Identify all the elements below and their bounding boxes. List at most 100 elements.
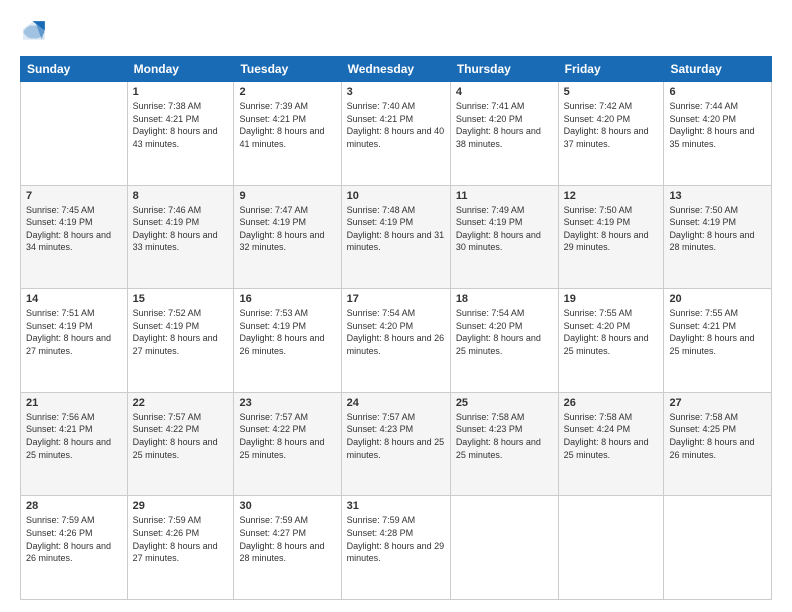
weekday-header-saturday: Saturday bbox=[664, 57, 772, 82]
day-cell: 2Sunrise: 7:39 AMSunset: 4:21 PMDaylight… bbox=[234, 82, 341, 186]
day-cell: 1Sunrise: 7:38 AMSunset: 4:21 PMDaylight… bbox=[127, 82, 234, 186]
day-cell: 8 Sunrise: 7:46 AMSunset: 4:19 PMDaylight… bbox=[127, 185, 234, 289]
week-row-3: 14 Sunrise: 7:51 AMSunset: 4:19 PMDayligh… bbox=[21, 289, 772, 393]
day-info: Sunrise: 7:59 AMSunset: 4:28 PMDaylight:… bbox=[347, 514, 445, 564]
weekday-header-thursday: Thursday bbox=[450, 57, 558, 82]
day-number: 3 bbox=[347, 86, 445, 98]
day-cell: 5Sunrise: 7:42 AMSunset: 4:20 PMDaylight… bbox=[558, 82, 664, 186]
day-cell: 21 Sunrise: 7:56 AMSunset: 4:21 PMDayligh… bbox=[21, 392, 128, 496]
day-number: 2 bbox=[239, 86, 335, 98]
day-number: 30 bbox=[239, 500, 335, 512]
day-number: 18 bbox=[456, 293, 553, 305]
day-info: Sunrise: 7:54 AMSunset: 4:20 PMDaylight:… bbox=[456, 307, 553, 357]
day-number: 5 bbox=[564, 86, 659, 98]
day-info: Sunrise: 7:58 AMSunset: 4:24 PMDaylight:… bbox=[564, 411, 659, 461]
day-cell: 14 Sunrise: 7:51 AMSunset: 4:19 PMDayligh… bbox=[21, 289, 128, 393]
day-cell bbox=[450, 496, 558, 600]
day-number: 26 bbox=[564, 397, 659, 409]
day-cell: 18 Sunrise: 7:54 AMSunset: 4:20 PMDayligh… bbox=[450, 289, 558, 393]
day-number: 1 bbox=[133, 86, 229, 98]
day-info: Sunrise: 7:57 AMSunset: 4:22 PMDaylight:… bbox=[239, 411, 335, 461]
day-info: Sunrise: 7:49 AMSunset: 4:19 PMDaylight:… bbox=[456, 204, 553, 254]
weekday-header-wednesday: Wednesday bbox=[341, 57, 450, 82]
day-cell: 22 Sunrise: 7:57 AMSunset: 4:22 PMDayligh… bbox=[127, 392, 234, 496]
day-cell: 9 Sunrise: 7:47 AMSunset: 4:19 PMDaylight… bbox=[234, 185, 341, 289]
day-cell: 4 Sunrise: 7:41 AMSunset: 4:20 PMDaylight… bbox=[450, 82, 558, 186]
day-cell: 31 Sunrise: 7:59 AMSunset: 4:28 PMDayligh… bbox=[341, 496, 450, 600]
day-number: 29 bbox=[133, 500, 229, 512]
week-row-2: 7Sunrise: 7:45 AMSunset: 4:19 PMDaylight… bbox=[21, 185, 772, 289]
day-number: 7 bbox=[26, 190, 122, 202]
day-number: 16 bbox=[239, 293, 335, 305]
day-cell bbox=[558, 496, 664, 600]
day-info: Sunrise: 7:44 AMSunset: 4:20 PMDaylight:… bbox=[669, 100, 766, 150]
week-row-5: 28 Sunrise: 7:59 AMSunset: 4:26 PMDayligh… bbox=[21, 496, 772, 600]
day-info: Sunrise: 7:53 AMSunset: 4:19 PMDaylight:… bbox=[239, 307, 335, 357]
calendar-table: SundayMondayTuesdayWednesdayThursdayFrid… bbox=[20, 56, 772, 600]
day-cell: 25Sunrise: 7:58 AMSunset: 4:23 PMDayligh… bbox=[450, 392, 558, 496]
day-number: 20 bbox=[669, 293, 766, 305]
day-number: 19 bbox=[564, 293, 659, 305]
day-cell: 7Sunrise: 7:45 AMSunset: 4:19 PMDaylight… bbox=[21, 185, 128, 289]
day-cell: 16 Sunrise: 7:53 AMSunset: 4:19 PMDayligh… bbox=[234, 289, 341, 393]
day-number: 11 bbox=[456, 190, 553, 202]
day-info: Sunrise: 7:59 AMSunset: 4:26 PMDaylight:… bbox=[26, 514, 122, 564]
day-cell: 26 Sunrise: 7:58 AMSunset: 4:24 PMDayligh… bbox=[558, 392, 664, 496]
day-number: 23 bbox=[239, 397, 335, 409]
day-info: Sunrise: 7:59 AMSunset: 4:27 PMDaylight:… bbox=[239, 514, 335, 564]
weekday-header-friday: Friday bbox=[558, 57, 664, 82]
day-cell: 17Sunrise: 7:54 AMSunset: 4:20 PMDayligh… bbox=[341, 289, 450, 393]
day-info: Sunrise: 7:57 AMSunset: 4:22 PMDaylight:… bbox=[133, 411, 229, 461]
day-number: 24 bbox=[347, 397, 445, 409]
day-info: Sunrise: 7:55 AMSunset: 4:21 PMDaylight:… bbox=[669, 307, 766, 357]
logo bbox=[20, 18, 50, 46]
day-info: Sunrise: 7:47 AMSunset: 4:19 PMDaylight:… bbox=[239, 204, 335, 254]
day-number: 31 bbox=[347, 500, 445, 512]
day-number: 9 bbox=[239, 190, 335, 202]
day-cell bbox=[21, 82, 128, 186]
day-cell: 27 Sunrise: 7:58 AMSunset: 4:25 PMDayligh… bbox=[664, 392, 772, 496]
header bbox=[20, 18, 772, 46]
day-info: Sunrise: 7:55 AMSunset: 4:20 PMDaylight:… bbox=[564, 307, 659, 357]
day-info: Sunrise: 7:58 AMSunset: 4:25 PMDaylight:… bbox=[669, 411, 766, 461]
day-cell: 15 Sunrise: 7:52 AMSunset: 4:19 PMDayligh… bbox=[127, 289, 234, 393]
day-info: Sunrise: 7:57 AMSunset: 4:23 PMDaylight:… bbox=[347, 411, 445, 461]
day-cell: 3Sunrise: 7:40 AMSunset: 4:21 PMDaylight… bbox=[341, 82, 450, 186]
day-number: 4 bbox=[456, 86, 553, 98]
day-cell: 23 Sunrise: 7:57 AMSunset: 4:22 PMDayligh… bbox=[234, 392, 341, 496]
day-number: 14 bbox=[26, 293, 122, 305]
day-cell: 20 Sunrise: 7:55 AMSunset: 4:21 PMDayligh… bbox=[664, 289, 772, 393]
logo-icon bbox=[20, 18, 48, 46]
week-row-1: 1Sunrise: 7:38 AMSunset: 4:21 PMDaylight… bbox=[21, 82, 772, 186]
day-number: 25 bbox=[456, 397, 553, 409]
day-cell: 28 Sunrise: 7:59 AMSunset: 4:26 PMDayligh… bbox=[21, 496, 128, 600]
day-cell: 24 Sunrise: 7:57 AMSunset: 4:23 PMDayligh… bbox=[341, 392, 450, 496]
day-info: Sunrise: 7:41 AMSunset: 4:20 PMDaylight:… bbox=[456, 100, 553, 150]
day-cell: 19 Sunrise: 7:55 AMSunset: 4:20 PMDayligh… bbox=[558, 289, 664, 393]
day-info: Sunrise: 7:50 AMSunset: 4:19 PMDaylight:… bbox=[669, 204, 766, 254]
day-info: Sunrise: 7:46 AMSunset: 4:19 PMDaylight:… bbox=[133, 204, 229, 254]
day-info: Sunrise: 7:50 AMSunset: 4:19 PMDaylight:… bbox=[564, 204, 659, 254]
day-info: Sunrise: 7:52 AMSunset: 4:19 PMDaylight:… bbox=[133, 307, 229, 357]
week-row-4: 21 Sunrise: 7:56 AMSunset: 4:21 PMDayligh… bbox=[21, 392, 772, 496]
day-cell bbox=[664, 496, 772, 600]
day-number: 21 bbox=[26, 397, 122, 409]
weekday-header-row: SundayMondayTuesdayWednesdayThursdayFrid… bbox=[21, 57, 772, 82]
day-number: 12 bbox=[564, 190, 659, 202]
day-cell: 30 Sunrise: 7:59 AMSunset: 4:27 PMDayligh… bbox=[234, 496, 341, 600]
day-info: Sunrise: 7:51 AMSunset: 4:19 PMDaylight:… bbox=[26, 307, 122, 357]
day-number: 6 bbox=[669, 86, 766, 98]
day-number: 10 bbox=[347, 190, 445, 202]
day-info: Sunrise: 7:54 AMSunset: 4:20 PMDaylight:… bbox=[347, 307, 445, 357]
day-info: Sunrise: 7:56 AMSunset: 4:21 PMDaylight:… bbox=[26, 411, 122, 461]
weekday-header-sunday: Sunday bbox=[21, 57, 128, 82]
day-number: 28 bbox=[26, 500, 122, 512]
day-number: 8 bbox=[133, 190, 229, 202]
day-number: 13 bbox=[669, 190, 766, 202]
day-number: 22 bbox=[133, 397, 229, 409]
day-info: Sunrise: 7:59 AMSunset: 4:26 PMDaylight:… bbox=[133, 514, 229, 564]
day-cell: 6 Sunrise: 7:44 AMSunset: 4:20 PMDaylight… bbox=[664, 82, 772, 186]
day-number: 15 bbox=[133, 293, 229, 305]
weekday-header-monday: Monday bbox=[127, 57, 234, 82]
day-number: 27 bbox=[669, 397, 766, 409]
